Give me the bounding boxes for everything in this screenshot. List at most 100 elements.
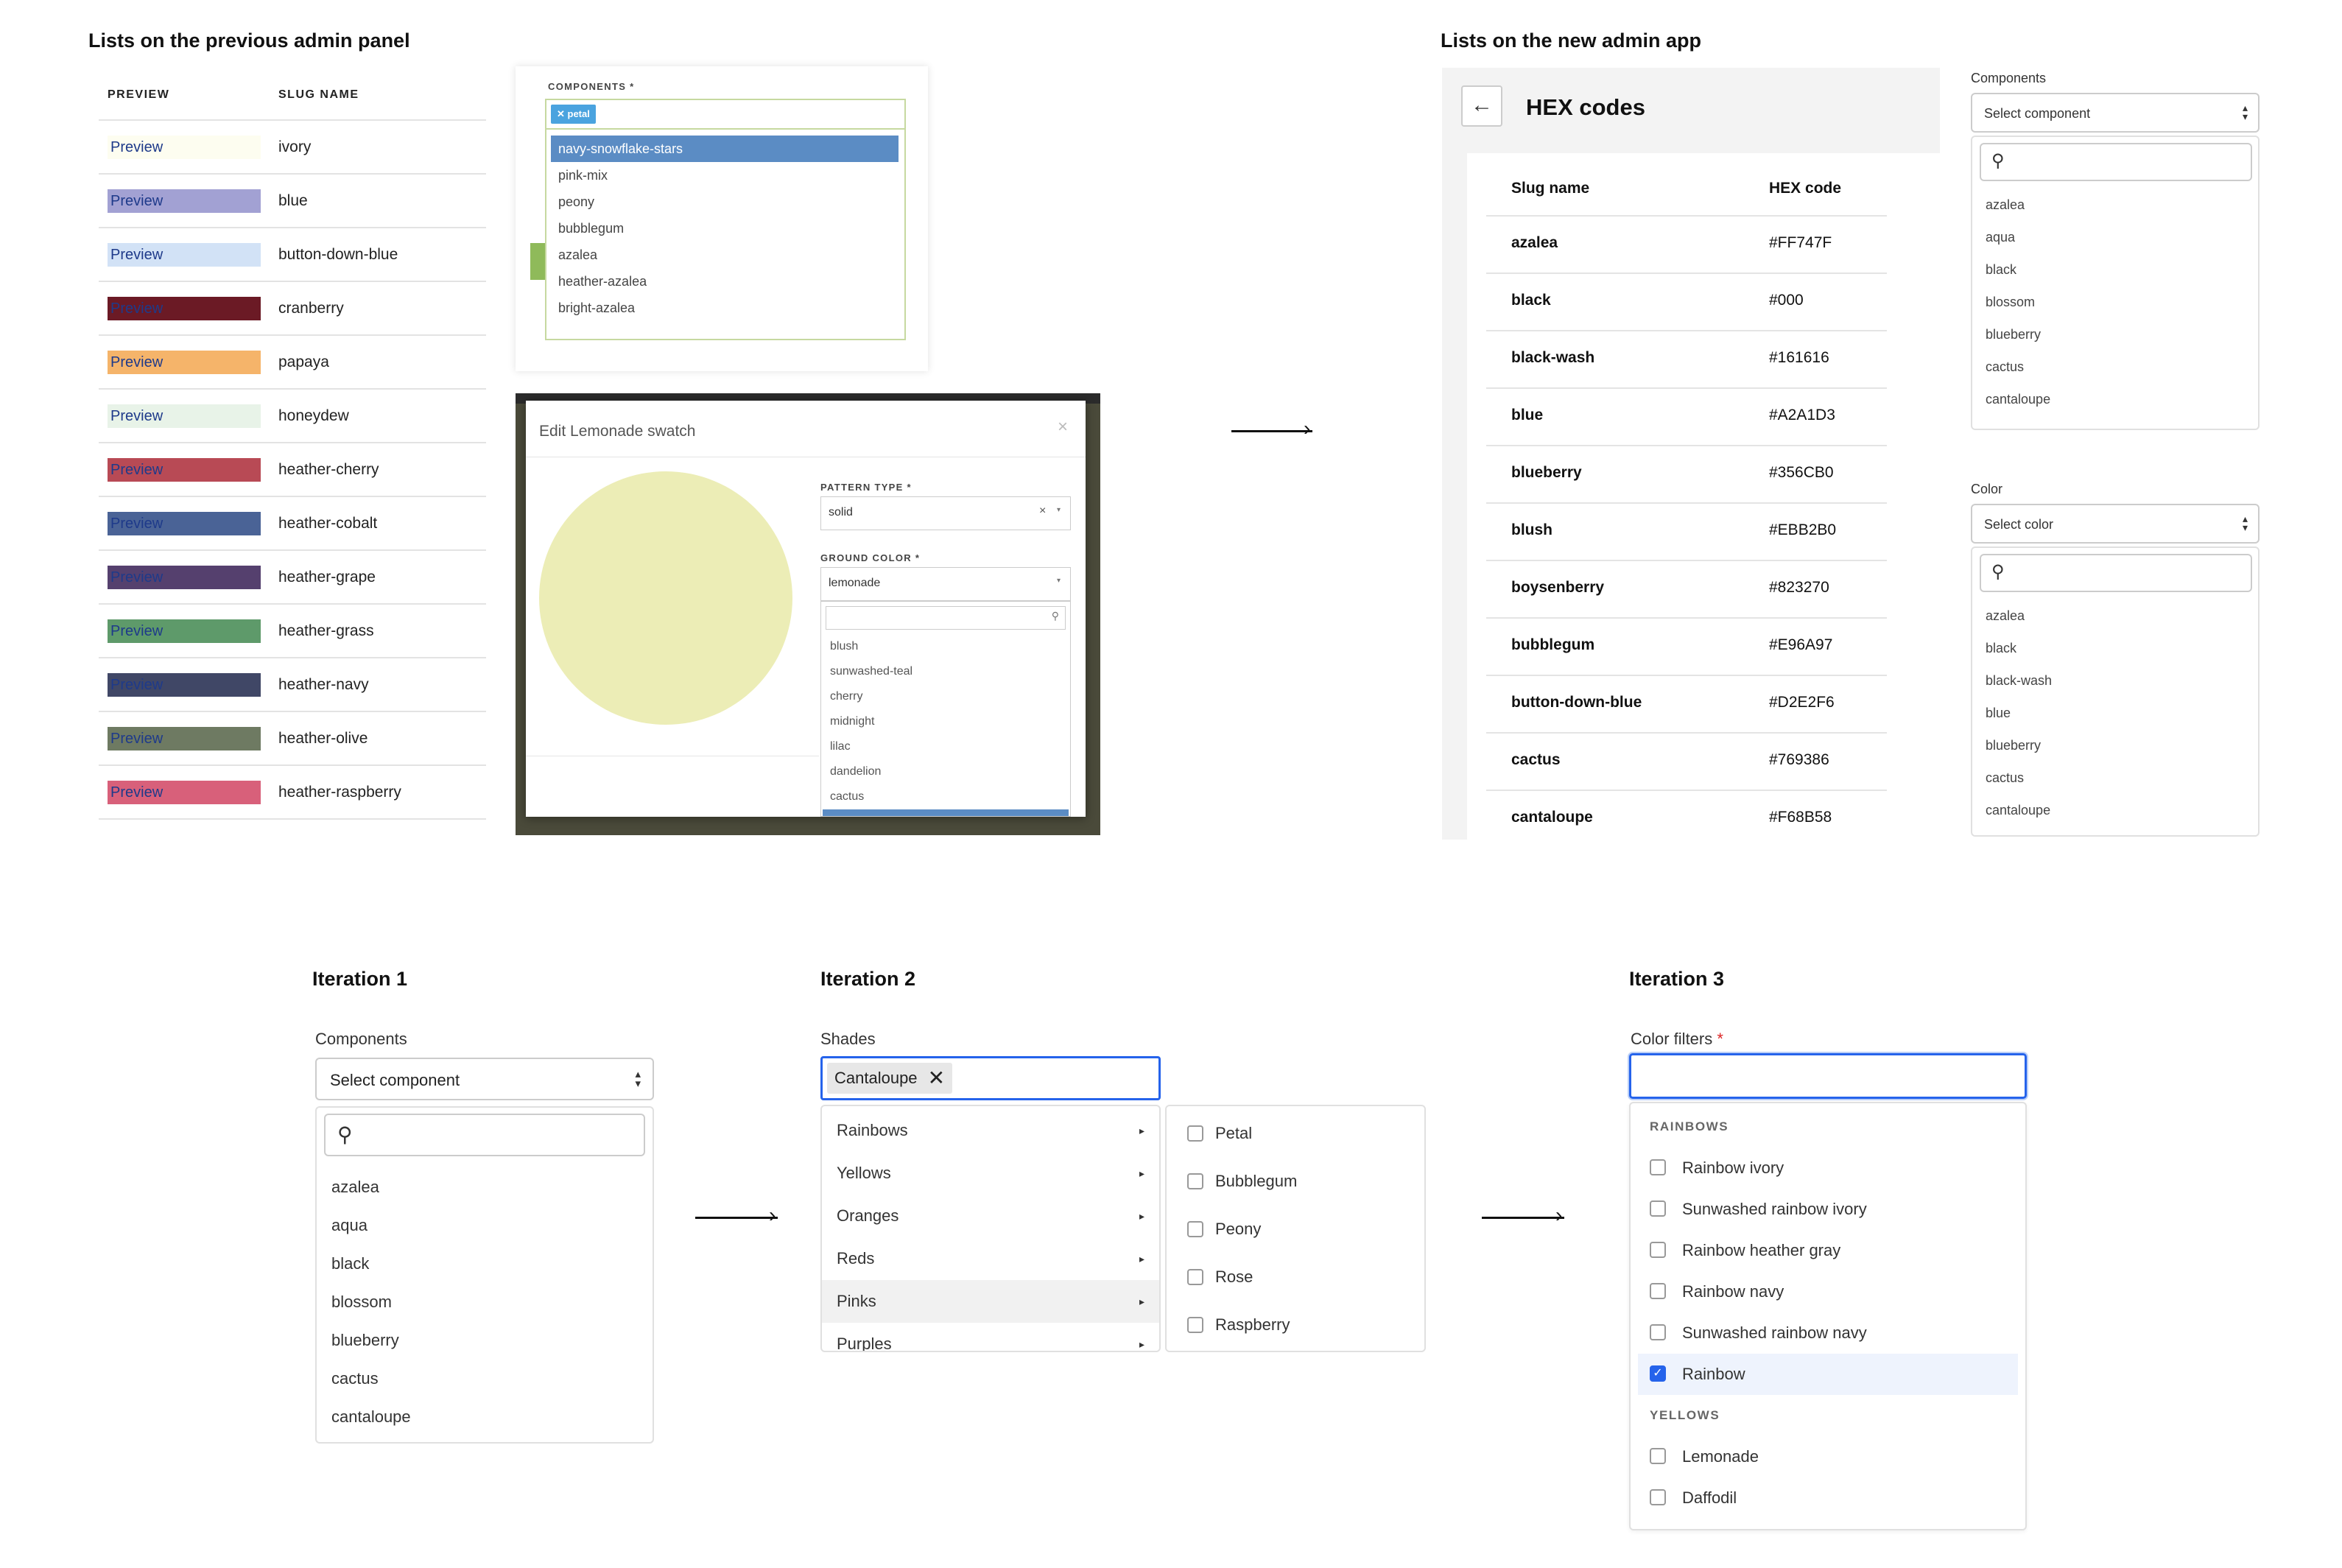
list-item[interactable]: blossom [1972, 286, 2260, 318]
list-item[interactable]: blueberry [1972, 729, 2260, 762]
list-item[interactable]: aqua [317, 1206, 653, 1245]
menu-item[interactable]: Yellows ▸ [822, 1152, 1159, 1195]
list-item[interactable]: cantaloupe [1972, 383, 2260, 415]
checkbox-option[interactable]: Rainbow ivory [1631, 1147, 2025, 1189]
clear-icon[interactable]: × [1039, 504, 1046, 518]
shade-chip[interactable]: Cantaloupe ✕ [827, 1063, 953, 1094]
checkbox-option[interactable]: Petal [1167, 1109, 1424, 1157]
list-item[interactable]: azalea [1972, 600, 2260, 632]
list-item[interactable]: blueberry [1972, 318, 2260, 351]
list-item[interactable]: cantaloupe [317, 1398, 653, 1436]
components-search-input[interactable]: ⚲ [1980, 143, 2252, 181]
checkbox-option[interactable]: Peony [1167, 1205, 1424, 1253]
list-item[interactable]: bubblegum [551, 215, 899, 242]
chevron-down-icon[interactable]: ▾ [1057, 577, 1061, 585]
list-item[interactable]: heather-azalea [551, 268, 899, 295]
checkbox-icon[interactable] [1650, 1242, 1666, 1258]
checkbox-icon[interactable] [1187, 1221, 1203, 1237]
checkbox-option[interactable]: Daffodil [1631, 1477, 2025, 1519]
slug-name: heather-navy [278, 676, 369, 693]
iteration1-dropdown: ⚲ azalea aqua black blossom blueberry cactus c… [315, 1106, 654, 1444]
list-item[interactable]: azalea [317, 1168, 653, 1206]
color-select[interactable]: Select color ▴ ▾ [1971, 504, 2260, 544]
iteration1-select[interactable]: Select component ▴ ▾ [315, 1058, 654, 1100]
checkbox-checked-icon[interactable]: ✓ [1650, 1365, 1666, 1382]
list-item[interactable]: black-wash [1972, 664, 2260, 697]
list-item[interactable]: cactus [317, 1360, 653, 1398]
list-item[interactable]: lemonade [823, 809, 1069, 816]
back-button[interactable]: ← [1461, 85, 1502, 127]
swatch-preview: Preview [108, 189, 261, 213]
list-item[interactable]: cherry [823, 684, 1069, 709]
list-item[interactable]: bright-azalea [551, 295, 899, 321]
list-item[interactable]: cactus [1972, 762, 2260, 794]
table-row: Preview cranberry [99, 281, 486, 335]
components-select[interactable]: Select component ▴ ▾ [1971, 93, 2260, 133]
checkbox-icon[interactable] [1650, 1200, 1666, 1217]
list-item[interactable]: black [1972, 253, 2260, 286]
components-options: azalea aqua black blossom blueberry cactus can… [1972, 189, 2260, 415]
list-item[interactable]: cantaloupe [1972, 794, 2260, 826]
menu-item[interactable]: Reds ▸ [822, 1237, 1159, 1280]
checkbox-option[interactable]: Bubblegum [1167, 1157, 1424, 1205]
swatch-preview: Preview [108, 673, 261, 697]
menu-item[interactable]: Pinks ▸ [822, 1280, 1159, 1323]
shades-input[interactable]: Cantaloupe ✕ [820, 1056, 1161, 1100]
color-search-input[interactable]: ⚲ [1980, 554, 2252, 592]
list-item[interactable]: black [317, 1245, 653, 1283]
slug-name: bubblegum [1511, 636, 1595, 653]
list-item[interactable]: peony [551, 189, 899, 215]
tag-close-icon[interactable]: ✕ [557, 108, 568, 119]
menu-item[interactable]: Rainbows ▸ [822, 1109, 1159, 1152]
list-item[interactable]: blush [823, 634, 1069, 659]
checkbox-icon[interactable] [1650, 1324, 1666, 1340]
list-item[interactable]: midnight [823, 709, 1069, 734]
checkbox-icon[interactable] [1650, 1489, 1666, 1505]
checkbox-option[interactable]: Raspberry [1167, 1301, 1424, 1349]
list-item[interactable]: pink-mix [551, 162, 899, 189]
ground-color-select[interactable]: lemonade ▾ [820, 567, 1071, 601]
checkbox-option[interactable]: Sunwashed rainbow navy [1631, 1312, 2025, 1354]
chevron-down-icon[interactable]: ▾ [1057, 506, 1061, 514]
checkbox-icon[interactable] [1650, 1448, 1666, 1464]
checkbox-icon[interactable] [1187, 1125, 1203, 1142]
checkbox-icon[interactable] [1187, 1269, 1203, 1285]
checkbox-icon[interactable] [1187, 1173, 1203, 1189]
list-item[interactable]: aqua [1972, 221, 2260, 253]
menu-item[interactable]: Oranges ▸ [822, 1195, 1159, 1237]
pattern-type-select[interactable]: solid × ▾ [820, 496, 1071, 530]
checkbox-option[interactable]: Lemonade [1631, 1436, 2025, 1477]
close-icon[interactable]: × [1058, 417, 1068, 437]
list-item[interactable]: black [1972, 632, 2260, 664]
hex-value: #E96A97 [1769, 636, 1833, 653]
checkbox-option[interactable]: Rainbow heather gray [1631, 1230, 2025, 1271]
color-filters-input[interactable] [1629, 1053, 2027, 1099]
list-item[interactable]: blossom [317, 1283, 653, 1321]
checkbox-option[interactable]: ✓ Rainbow [1638, 1354, 2018, 1395]
chip-close-icon[interactable]: ✕ [928, 1066, 945, 1089]
list-item[interactable]: navy-snowflake-stars [551, 136, 899, 162]
checkbox-option[interactable]: Rainbow navy [1631, 1271, 2025, 1312]
list-item[interactable]: azalea [1972, 189, 2260, 221]
list-item[interactable]: azalea [551, 242, 899, 268]
list-item[interactable]: sunwashed-teal [823, 659, 1069, 684]
menu-item-label: Reds [837, 1249, 875, 1268]
old-components-tag[interactable]: ✕ petal [551, 105, 596, 124]
checkbox-icon[interactable] [1650, 1283, 1666, 1299]
checkbox-icon[interactable] [1650, 1159, 1666, 1175]
iteration1-search-input[interactable]: ⚲ [324, 1114, 645, 1156]
color-label: Color [1971, 482, 2003, 496]
list-item[interactable]: cactus [1972, 351, 2260, 383]
list-item[interactable]: blue [1972, 697, 2260, 729]
list-item[interactable]: cactus [823, 784, 1069, 809]
ground-color-search[interactable]: ⚲ [826, 606, 1066, 630]
checkbox-option[interactable]: Sunwashed rainbow ivory [1631, 1189, 2025, 1230]
list-item[interactable]: lilac [823, 734, 1069, 759]
list-item[interactable]: blueberry [317, 1321, 653, 1360]
checkbox-icon[interactable] [1187, 1317, 1203, 1333]
list-item[interactable]: dandelion [823, 759, 1069, 784]
checkbox-option[interactable]: Rose [1167, 1253, 1424, 1301]
old-components-box[interactable]: ✕ petal navy-snowflake-stars pink-mix peon… [545, 99, 906, 340]
iteration1-heading: Iteration 1 [312, 968, 408, 990]
menu-item[interactable]: Purples ▸ [822, 1323, 1159, 1351]
